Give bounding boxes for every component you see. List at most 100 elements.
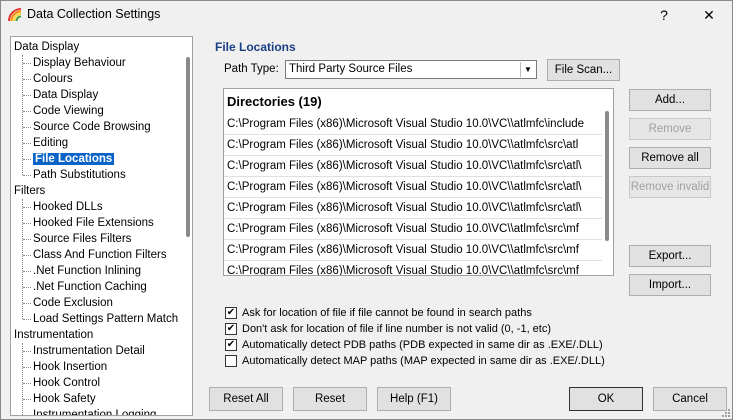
tree-item-label: Data Display xyxy=(14,41,80,53)
tree-item[interactable]: Hook Insertion xyxy=(33,359,107,375)
help-button[interactable]: ? xyxy=(641,1,687,29)
tree-item-label: Colours xyxy=(33,73,73,85)
help-f1-button[interactable]: Help (F1) xyxy=(377,387,451,411)
tree-group[interactable]: Instrumentation xyxy=(14,327,93,343)
tree-connector xyxy=(23,143,31,144)
option-label: Automatically detect PDB paths (PDB expe… xyxy=(242,339,603,351)
tree-item[interactable]: Code Viewing xyxy=(33,103,104,119)
tree-group[interactable]: Data Display xyxy=(14,39,79,55)
tree-item-label: Code Exclusion xyxy=(33,297,113,309)
tree-item-label: .Net Function Inlining xyxy=(33,265,142,277)
tree-connector xyxy=(23,239,31,240)
directories-list[interactable]: Directories (19) C:\Program Files (x86)\… xyxy=(223,88,614,276)
ok-button[interactable]: OK xyxy=(569,387,643,411)
tree-item-label: .Net Function Caching xyxy=(33,281,147,293)
tree-item[interactable]: Source Code Browsing xyxy=(33,119,151,135)
tree-item[interactable]: File Locations xyxy=(33,151,115,167)
section-title: File Locations xyxy=(215,40,296,54)
tree-item-label: Source Files Filters xyxy=(33,233,132,245)
tree-scrollbar[interactable] xyxy=(184,37,192,415)
directories-header: Directories (19) xyxy=(227,94,322,109)
import-button[interactable]: Import... xyxy=(629,274,711,296)
checkbox-empty-icon[interactable] xyxy=(225,355,237,367)
directory-row[interactable]: C:\Program Files (x86)\Microsoft Visual … xyxy=(227,242,599,258)
tree-item[interactable]: Data Display xyxy=(33,87,98,103)
option-checkbox-row[interactable]: ✔ Automatically detect PDB paths (PDB exp… xyxy=(225,338,603,352)
directory-row[interactable]: C:\Program Files (x86)\Microsoft Visual … xyxy=(227,158,599,174)
tree-item[interactable]: Hook Control xyxy=(33,375,100,391)
option-checkbox-row[interactable]: ✔ Don't ask for location of file if line … xyxy=(225,322,551,336)
tree-connector xyxy=(23,415,31,416)
checkbox-checked-icon[interactable]: ✔ xyxy=(225,307,237,319)
option-label: Ask for location of file if file cannot … xyxy=(242,307,532,319)
tree-item-label: Editing xyxy=(33,137,69,149)
directory-row[interactable]: C:\Program Files (x86)\Microsoft Visual … xyxy=(227,137,599,153)
tree-item[interactable]: Display Behaviour xyxy=(33,55,126,71)
tree-connector xyxy=(23,271,31,272)
tree-connector xyxy=(23,255,31,256)
tree-item[interactable]: Class And Function Filters xyxy=(33,247,167,263)
tree-item[interactable]: .Net Function Caching xyxy=(33,279,147,295)
checkbox-checked-icon[interactable]: ✔ xyxy=(225,323,237,335)
tree-connector xyxy=(23,303,31,304)
tree-item[interactable]: Load Settings Pattern Match xyxy=(33,311,178,327)
title-bar[interactable]: Data Collection Settings ? ✕ xyxy=(1,1,732,29)
remove-button[interactable]: Remove xyxy=(629,118,711,140)
option-label: Don't ask for location of file if line n… xyxy=(242,323,552,335)
tree-item[interactable]: Instrumentation Detail xyxy=(33,343,145,359)
row-separator xyxy=(224,155,602,156)
tree-item[interactable]: Code Exclusion xyxy=(33,295,113,311)
tree-item[interactable]: Hook Safety xyxy=(33,391,96,407)
tree-connector xyxy=(22,55,23,175)
tree-scroll-thumb[interactable] xyxy=(186,57,190,237)
tree-connector xyxy=(23,159,31,160)
directory-row[interactable]: C:\Program Files (x86)\Microsoft Visual … xyxy=(227,221,599,237)
option-checkbox-row[interactable]: ✔ Ask for location of file if file cannot… xyxy=(225,306,532,320)
tree-item[interactable]: Instrumentation Logging xyxy=(33,407,157,416)
tree-item-label: Hooked DLLs xyxy=(33,201,103,213)
export-button[interactable]: Export... xyxy=(629,245,711,267)
file-scan-button[interactable]: File Scan... xyxy=(547,59,620,81)
checkbox-checked-icon[interactable]: ✔ xyxy=(225,339,237,351)
tree-item-label: Instrumentation Logging xyxy=(33,409,157,416)
tree-item[interactable]: Hooked DLLs xyxy=(33,199,103,215)
directory-row[interactable]: C:\Program Files (x86)\Microsoft Visual … xyxy=(227,116,599,132)
tree-connector xyxy=(23,95,31,96)
settings-tree[interactable]: Data Display Display Behaviour Colours Data… xyxy=(10,36,193,416)
chevron-down-icon[interactable]: ▼ xyxy=(520,62,535,77)
directory-row[interactable]: C:\Program Files (x86)\Microsoft Visual … xyxy=(227,200,599,216)
tree-connector xyxy=(23,383,31,384)
remove-all-button[interactable]: Remove all xyxy=(629,147,711,169)
window-title: Data Collection Settings xyxy=(27,7,161,21)
tree-item[interactable]: Hooked File Extensions xyxy=(33,215,154,231)
tree-item-label: Display Behaviour xyxy=(33,57,126,69)
tree-item[interactable]: Colours xyxy=(33,71,73,87)
cancel-button[interactable]: Cancel xyxy=(653,387,727,411)
tree-connector xyxy=(22,343,23,415)
option-checkbox-row[interactable]: Automatically detect MAP paths (MAP expe… xyxy=(225,354,605,368)
tree-item[interactable]: Source Files Filters xyxy=(33,231,131,247)
directory-row[interactable]: C:\Program Files (x86)\Microsoft Visual … xyxy=(227,263,599,275)
directories-scroll-thumb[interactable] xyxy=(605,111,609,241)
tree-item[interactable]: .Net Function Inlining xyxy=(33,263,141,279)
tree-item[interactable]: Path Substitutions xyxy=(33,167,126,183)
tree-connector xyxy=(23,351,31,352)
tree-connector xyxy=(23,319,31,320)
tree-connector xyxy=(23,367,31,368)
resize-grip-icon[interactable] xyxy=(720,407,730,417)
tree-connector xyxy=(23,79,31,80)
reset-button[interactable]: Reset xyxy=(293,387,367,411)
directories-scrollbar[interactable] xyxy=(602,89,613,275)
remove-invalid-button[interactable]: Remove invalid xyxy=(629,176,711,198)
path-type-combobox[interactable]: Third Party Source Files ▼ xyxy=(285,60,537,79)
row-separator xyxy=(224,197,602,198)
directory-row[interactable]: C:\Program Files (x86)\Microsoft Visual … xyxy=(227,179,599,195)
close-button[interactable]: ✕ xyxy=(686,1,732,29)
reset-all-button[interactable]: Reset All xyxy=(209,387,283,411)
add-button[interactable]: Add... xyxy=(629,89,711,111)
tree-item[interactable]: Editing xyxy=(33,135,68,151)
tree-group[interactable]: Filters xyxy=(14,183,45,199)
tree-item-label: Hook Control xyxy=(33,377,101,389)
option-label: Automatically detect MAP paths (MAP expe… xyxy=(242,355,605,367)
tree-item-label: Hook Safety xyxy=(33,393,96,405)
